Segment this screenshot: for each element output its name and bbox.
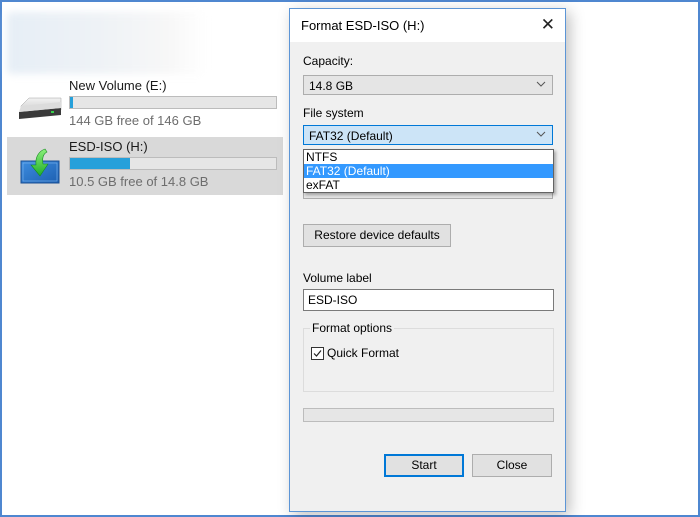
start-button[interactable]: Start — [384, 454, 464, 477]
dialog-title: Format ESD-ISO (H:) — [301, 18, 425, 33]
volume-label-input[interactable] — [308, 293, 548, 307]
drive-usage-fill — [70, 97, 73, 108]
file-system-label: File system — [303, 106, 364, 120]
close-button[interactable]: Close — [472, 454, 552, 477]
file-system-select[interactable]: FAT32 (Default) — [303, 125, 553, 145]
dropdown-option-fat32[interactable]: FAT32 (Default) — [304, 164, 553, 178]
dropdown-option-exfat[interactable]: exFAT — [304, 178, 553, 192]
drive-usage-fill — [70, 158, 130, 169]
drive-free-space: 144 GB free of 146 GB — [69, 113, 202, 128]
capacity-value: 14.8 GB — [309, 79, 354, 93]
capacity-label: Capacity: — [303, 54, 354, 68]
format-options-label: Format options — [310, 321, 395, 335]
dropdown-option-ntfs[interactable]: NTFS — [304, 150, 553, 164]
drive-usage-bar — [69, 96, 277, 109]
format-dialog: Format ESD-ISO (H:) ✕ Capacity: 14.8 GB … — [289, 8, 566, 512]
chevron-down-icon — [536, 78, 546, 88]
drive-free-space: 10.5 GB free of 14.8 GB — [69, 174, 209, 189]
drive-item-esd-iso[interactable]: ESD-ISO (H:) 10.5 GB free of 14.8 GB — [7, 137, 283, 195]
drive-name: ESD-ISO (H:) — [69, 139, 148, 154]
file-system-dropdown-list: NTFS FAT32 (Default) exFAT — [303, 149, 554, 193]
close-icon[interactable]: ✕ — [541, 15, 555, 35]
file-system-value: FAT32 (Default) — [309, 129, 393, 143]
checkbox-checked-icon[interactable] — [311, 347, 324, 360]
capacity-select[interactable]: 14.8 GB — [303, 75, 553, 95]
volume-label-field[interactable] — [303, 289, 554, 311]
usb-drive-download-icon — [15, 145, 65, 187]
drive-usage-bar — [69, 157, 277, 170]
restore-defaults-button[interactable]: Restore device defaults — [303, 224, 451, 247]
drive-item-new-volume[interactable]: New Volume (E:) 144 GB free of 146 GB — [7, 76, 283, 134]
hard-drive-icon — [15, 84, 65, 126]
blurred-region — [7, 12, 207, 74]
format-options-group: Format options Quick Format — [303, 321, 554, 392]
chevron-down-icon — [536, 128, 546, 138]
volume-label-label: Volume label — [303, 271, 372, 285]
format-progress-bar — [303, 408, 554, 422]
drive-name: New Volume (E:) — [69, 78, 167, 93]
quick-format-label: Quick Format — [327, 346, 400, 360]
dialog-titlebar[interactable]: Format ESD-ISO (H:) ✕ — [290, 9, 565, 42]
